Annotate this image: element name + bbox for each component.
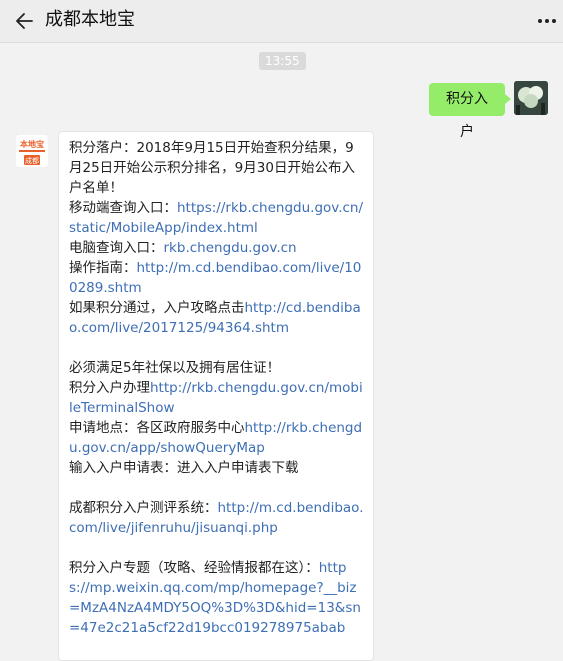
back-arrow-icon[interactable] — [12, 8, 38, 34]
pc-query-link[interactable]: rkb.chengdu.gov.cn — [164, 240, 297, 256]
calc-label: 成都积分入户测评系统： — [69, 500, 218, 516]
svg-text:本地宝: 本地宝 — [19, 139, 44, 149]
place-line: 申请地点：各区政府服务中心http://rkb.chengdu.gov.cn/a… — [69, 418, 365, 458]
place-label: 申请地点：各区政府服务中心 — [69, 420, 245, 436]
chat-title: 成都本地宝 — [45, 9, 135, 30]
top-bar: 成都本地宝 — [0, 0, 563, 43]
pass-label: 如果积分通过，入户攻略点击 — [69, 300, 245, 316]
user-avatar[interactable] — [514, 81, 548, 115]
apply-line: 积分入户办理http://rkb.chengdu.gov.cn/mobileTe… — [69, 378, 365, 418]
apply-label: 积分入户办理 — [69, 380, 150, 396]
svg-text:成都: 成都 — [25, 156, 39, 165]
bendibao-logo: 本地宝 成都 — [16, 135, 48, 167]
mobile-query-line: 移动端查询入口：https://rkb.chengdu.gov.cn/stati… — [69, 198, 365, 238]
calc-line: 成都积分入户测评系统：http://m.cd.bendibao.com/live… — [69, 498, 365, 538]
guide-label: 操作指南： — [69, 260, 137, 276]
user-avatar-image — [514, 81, 548, 115]
official-account-avatar[interactable]: 本地宝 成都 — [16, 135, 48, 167]
mobile-query-label: 移动端查询入口： — [69, 200, 177, 216]
pc-query-label: 电脑查询入口： — [69, 240, 164, 256]
requirement-text: 必须满足5年社保以及拥有居住证！ — [69, 360, 281, 376]
guide-line: 操作指南：http://m.cd.bendibao.com/live/10028… — [69, 258, 365, 298]
message-timestamp: 13:55 — [259, 52, 306, 70]
topic-label: 积分入户专题（攻略、经验情报都在这）： — [69, 560, 319, 576]
pc-query-line: 电脑查询入口：rkb.chengdu.gov.cn — [69, 238, 365, 258]
topic-line: 积分入户专题（攻略、经验情报都在这）：https://mp.weixin.qq.… — [69, 558, 365, 638]
announcement-text: 积分落户：2018年9月15日开始查积分结果，9月25日开始公示积分排名，9月3… — [69, 140, 355, 196]
incoming-message-bubble[interactable]: 积分落户：2018年9月15日开始查积分结果，9月25日开始公示积分排名，9月3… — [58, 131, 374, 661]
outgoing-message-bubble[interactable]: 积分入户 — [429, 83, 511, 140]
pass-line: 如果积分通过，入户攻略点击http://cd.bendibao.com/live… — [69, 298, 365, 338]
chat-area[interactable]: 13:55 积分入户 本地宝 成都 积分落户：2018年9月15日开始查积分结果… — [0, 43, 563, 661]
more-dots-icon[interactable] — [537, 14, 557, 28]
form-text: 输入入户申请表：进入入户申请表下载 — [69, 460, 299, 476]
